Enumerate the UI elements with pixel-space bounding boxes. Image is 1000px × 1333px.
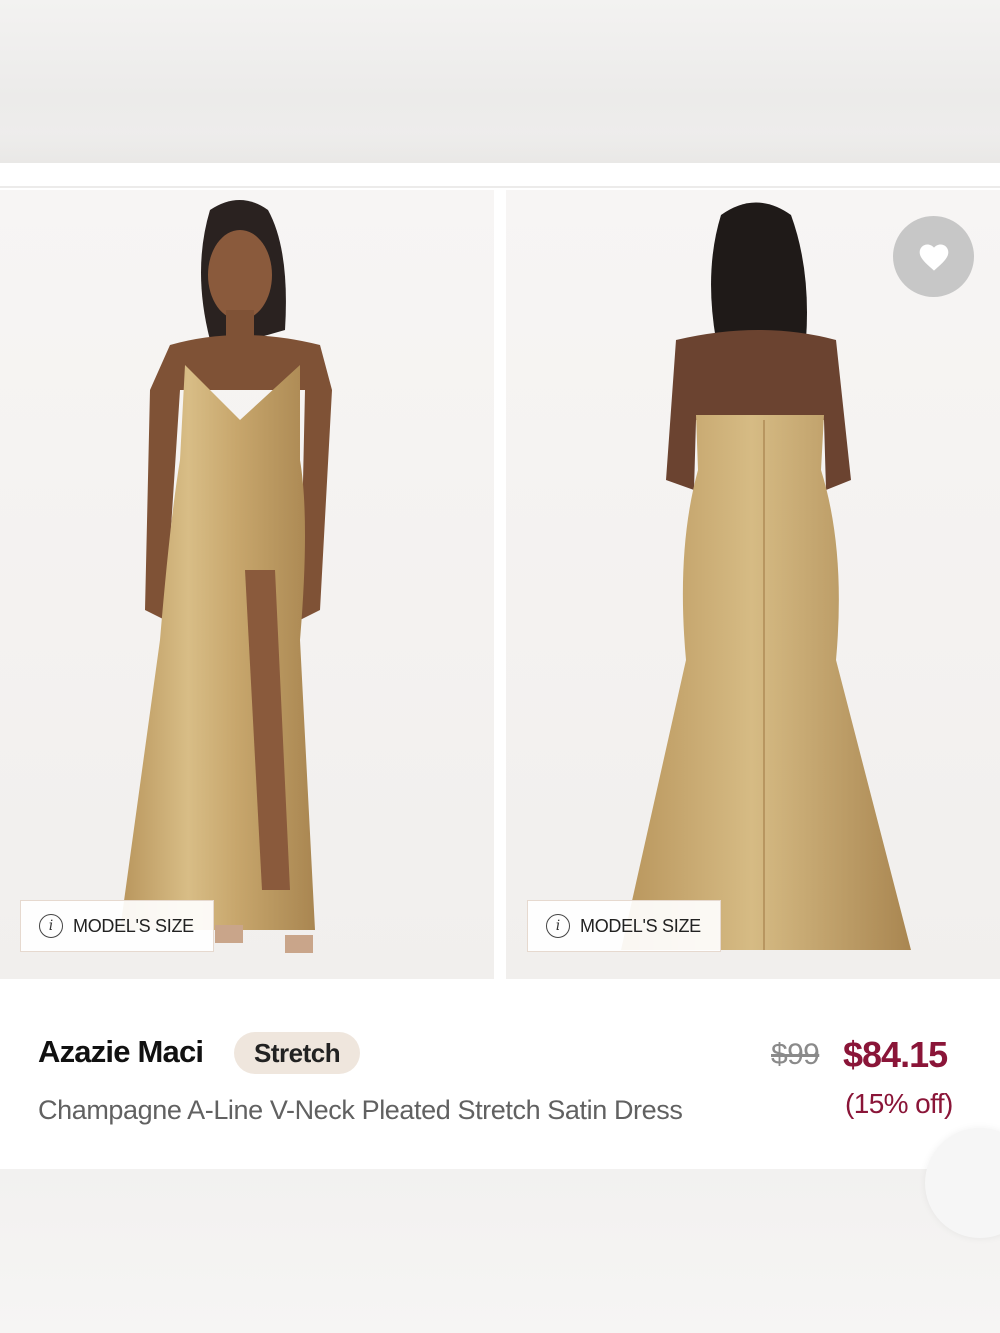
- brand-name[interactable]: Azazie Maci: [38, 1034, 204, 1070]
- discount-label: (15% off): [845, 1088, 953, 1119]
- model-size-button-back[interactable]: i MODEL'S SIZE: [527, 900, 721, 952]
- product-image-front[interactable]: [0, 190, 494, 979]
- product-image-back[interactable]: [506, 190, 1000, 979]
- stretch-badge: Stretch: [234, 1032, 361, 1074]
- info-icon: i: [39, 914, 63, 938]
- blurred-header: [0, 0, 1000, 163]
- blurred-footer: [0, 1169, 1000, 1333]
- page: i MODEL'S SIZE i MODEL'S SIZE Azazie Mac…: [0, 0, 1000, 1333]
- original-price: $99: [771, 1038, 820, 1071]
- sale-price: $84.15: [843, 1034, 948, 1075]
- info-icon: i: [546, 914, 570, 938]
- back-model-illustration: [621, 202, 911, 950]
- model-size-label: MODEL'S SIZE: [580, 915, 701, 936]
- model-size-label: MODEL'S SIZE: [73, 915, 194, 936]
- front-model-illustration: [120, 200, 332, 953]
- product-title[interactable]: Champagne A-Line V-Neck Pleated Stretch …: [38, 1090, 738, 1131]
- divider: [0, 186, 1000, 188]
- heart-icon: [919, 243, 948, 271]
- favorite-button[interactable]: [893, 216, 974, 297]
- model-size-button-front[interactable]: i MODEL'S SIZE: [20, 900, 214, 952]
